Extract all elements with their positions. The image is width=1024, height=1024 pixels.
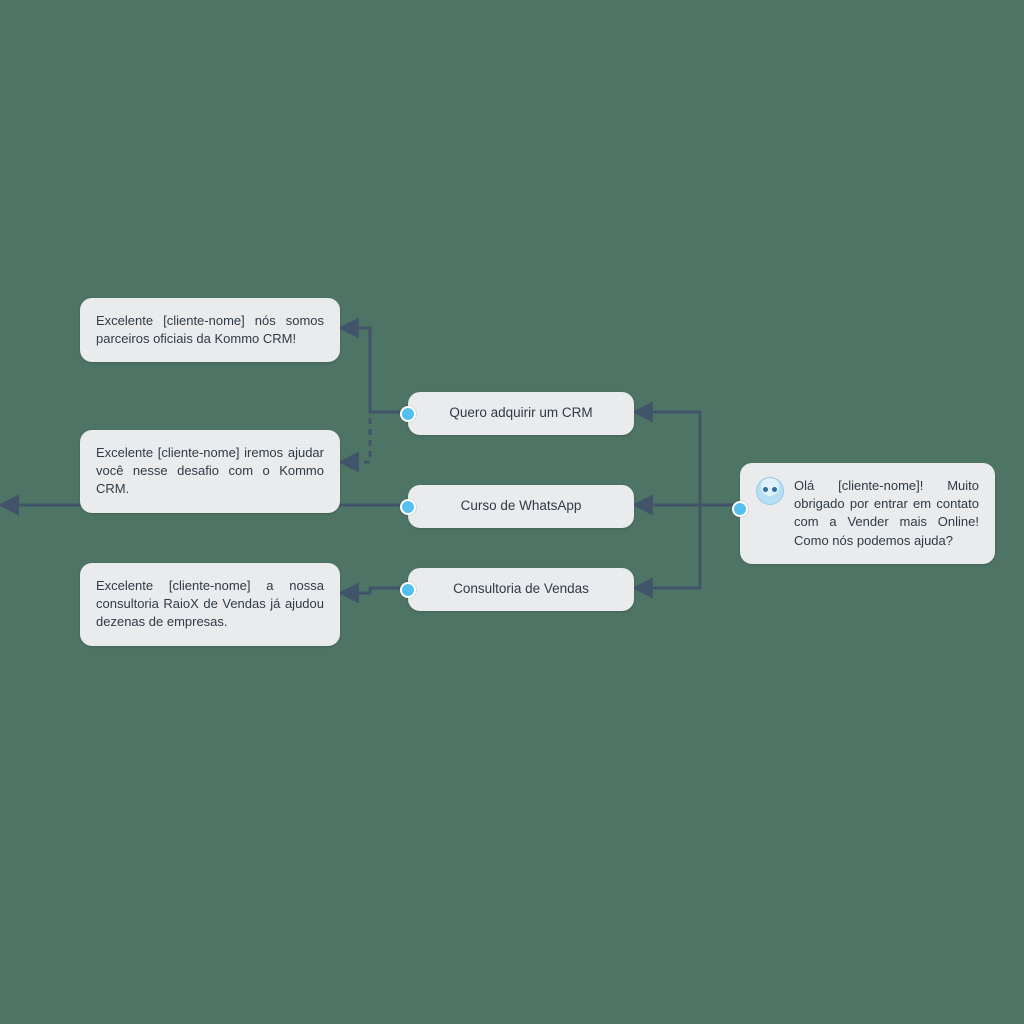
port-out-icon[interactable] (400, 499, 416, 515)
response-node-consultoria[interactable]: Excelente [cliente-nome] a nossa consult… (80, 563, 340, 646)
greeting-text: Olá [cliente-nome]! Muito obrigado por e… (794, 477, 979, 550)
option-label: Consultoria de Vendas (453, 581, 589, 596)
option-node-consultoria[interactable]: Consultoria de Vendas (408, 568, 634, 611)
greeting-node[interactable]: Olá [cliente-nome]! Muito obrigado por e… (740, 463, 995, 564)
response-node-crm-2[interactable]: Excelente [cliente-nome] iremos ajudar v… (80, 430, 340, 513)
option-label: Curso de WhatsApp (461, 498, 582, 513)
bot-icon (756, 477, 784, 505)
flow-canvas[interactable]: Olá [cliente-nome]! Muito obrigado por e… (0, 0, 1024, 1024)
port-out-icon[interactable] (400, 406, 416, 422)
response-text: Excelente [cliente-nome] iremos ajudar v… (96, 445, 324, 496)
option-label: Quero adquirir um CRM (449, 405, 592, 420)
response-node-crm-1[interactable]: Excelente [cliente-nome] nós somos parce… (80, 298, 340, 362)
port-out-icon[interactable] (400, 582, 416, 598)
option-node-crm[interactable]: Quero adquirir um CRM (408, 392, 634, 435)
response-text: Excelente [cliente-nome] a nossa consult… (96, 578, 324, 629)
port-out-icon[interactable] (732, 501, 748, 517)
option-node-whatsapp[interactable]: Curso de WhatsApp (408, 485, 634, 528)
response-text: Excelente [cliente-nome] nós somos parce… (96, 313, 324, 346)
